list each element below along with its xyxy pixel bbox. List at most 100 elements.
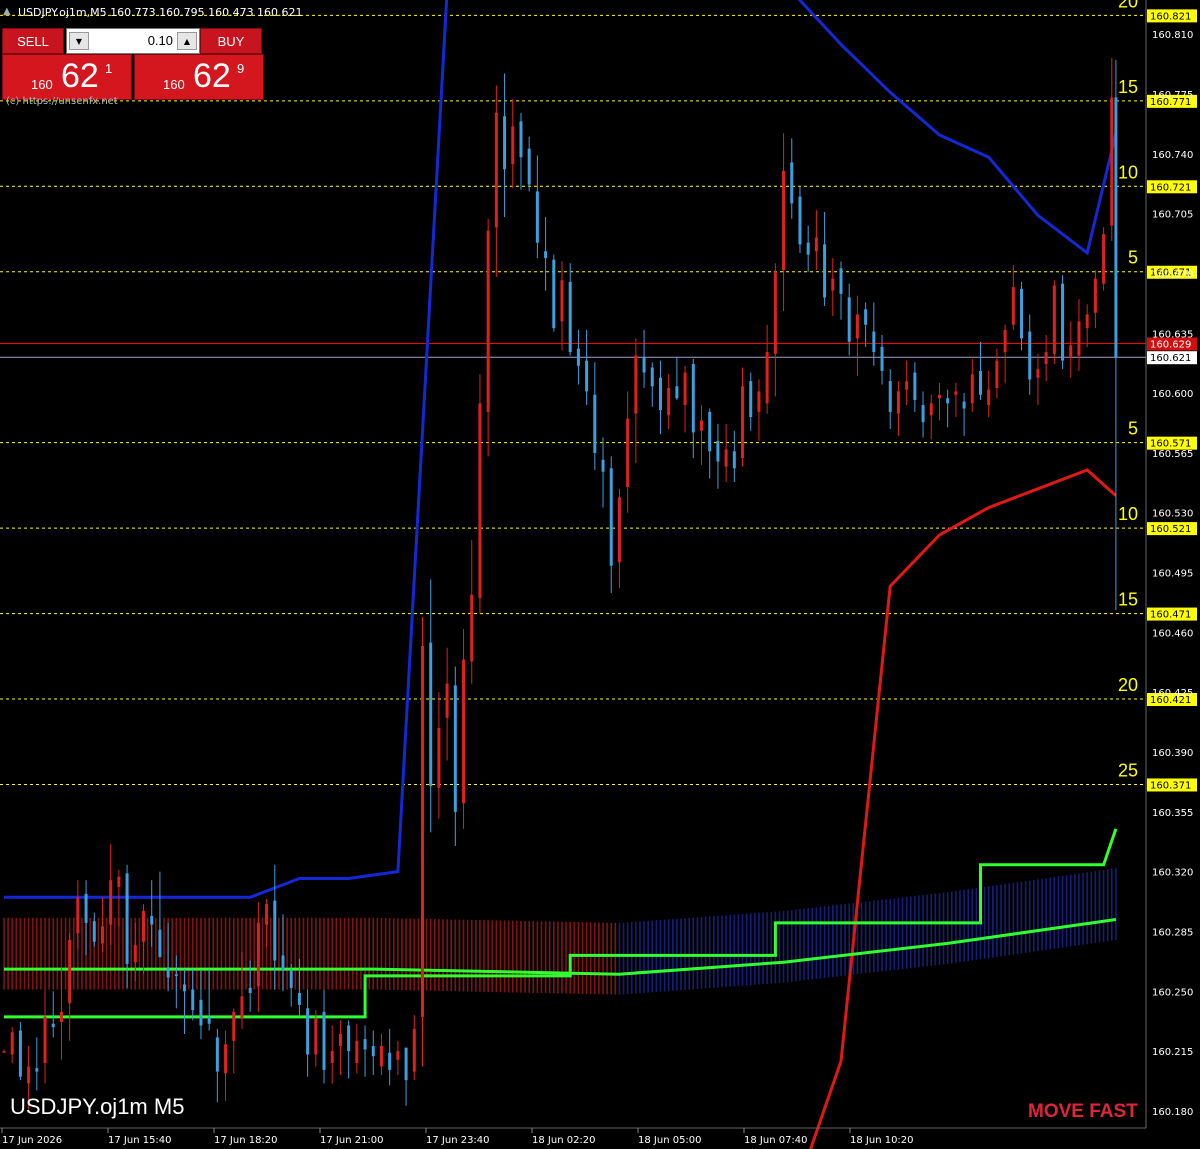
candle-body (847, 297, 851, 342)
buy-price-sup: 9 (237, 61, 245, 76)
candle-body (888, 381, 892, 412)
price-chart[interactable]: 160.82120160.77115160.72110160.6715160.5… (0, 0, 1200, 1149)
y-tick-label: 160.705 (1152, 210, 1193, 221)
candle-body (125, 873, 129, 964)
chart-menu-icon[interactable]: ▲ (3, 6, 11, 17)
candle-body (987, 389, 991, 406)
candle-body (905, 381, 909, 390)
x-tick-label: 17 Jun 21:00 (320, 1135, 384, 1146)
candle-body (27, 1066, 31, 1084)
y-tick-label: 160.635 (1152, 329, 1193, 340)
sell-price-prefix: 160 (31, 77, 53, 92)
sell-price-button[interactable]: 160 62 1 (2, 54, 132, 100)
candle-body (43, 1016, 47, 1064)
candle-body (100, 926, 104, 944)
candle-body (1069, 345, 1073, 358)
sell-price-sup: 1 (105, 61, 113, 76)
candle-body (560, 280, 564, 322)
candle-body (1036, 369, 1040, 378)
candle-body (626, 418, 630, 488)
volume-down-icon[interactable]: ▼ (69, 32, 89, 50)
candle-body (798, 196, 802, 245)
candle-body (1020, 288, 1024, 339)
candle-body (437, 728, 441, 788)
candle-body (1003, 329, 1007, 353)
candle-body (839, 268, 843, 294)
candle-body (1077, 321, 1081, 356)
candle-body (634, 355, 638, 414)
y-tick-label: 160.530 (1152, 509, 1193, 520)
one-click-trading-panel: SELL ▼ 0.10 ▲ BUY 160 62 1 160 62 9 (2, 28, 264, 100)
candle-body (150, 916, 154, 925)
x-tick-label: 18 Jun 07:40 (744, 1135, 808, 1146)
buy-price-button[interactable]: 160 62 9 (134, 54, 264, 100)
candle-body (765, 352, 769, 404)
candle-body (700, 420, 703, 431)
candle-body (855, 314, 859, 339)
brand-label: MOVE FAST (1028, 1101, 1138, 1122)
buy-price-prefix: 160 (163, 77, 185, 92)
candle-body (929, 403, 933, 416)
candle-body (388, 1052, 392, 1070)
volume-up-icon[interactable]: ▲ (177, 32, 197, 50)
candle-body (880, 346, 884, 371)
candle-body (330, 1051, 334, 1064)
candle-body (1093, 278, 1097, 313)
candle-body (109, 880, 113, 925)
candle-body (322, 1011, 326, 1070)
watermark-url: (c) https://unsenfx.net (6, 96, 118, 107)
candle-body (158, 929, 162, 958)
level-pips-label: 25 (1118, 760, 1138, 780)
level-pips-label: 20 (1118, 0, 1138, 11)
candle-body (1028, 331, 1032, 380)
candle-body (576, 348, 580, 366)
buy-button[interactable]: BUY (200, 28, 262, 54)
level-pips-label: 5 (1128, 419, 1138, 439)
candle-body (970, 374, 974, 404)
x-tick-label: 18 Jun 02:20 (532, 1135, 596, 1146)
candle-body (946, 398, 950, 404)
candle-body (133, 945, 137, 963)
level-price-label: 160.821 (1150, 11, 1191, 22)
candle-body (470, 594, 474, 662)
y-tick-label: 160.495 (1152, 569, 1193, 580)
candle-body (782, 170, 786, 271)
candle-body (864, 309, 868, 325)
y-tick-label: 160.565 (1152, 449, 1193, 460)
candle-body (486, 230, 490, 412)
candle-body (913, 372, 917, 400)
sell-button[interactable]: SELL (2, 28, 64, 54)
level-price-label: 160.521 (1150, 524, 1191, 535)
candle-body (535, 191, 539, 243)
x-tick-label: 17 Jun 15:40 (108, 1135, 172, 1146)
candle-body (979, 370, 982, 395)
candle-body (429, 642, 433, 787)
candle-body (10, 1032, 14, 1055)
candle-body (281, 955, 285, 971)
level-pips-label: 15 (1118, 590, 1138, 610)
candle-body (494, 112, 498, 228)
volume-input[interactable]: ▼ 0.10 ▲ (66, 28, 200, 54)
candle-body (814, 237, 818, 252)
y-tick-label: 160.355 (1152, 808, 1193, 819)
volume-value[interactable]: 0.10 (148, 33, 173, 48)
candle-body (708, 411, 712, 452)
y-tick-label: 160.180 (1152, 1107, 1193, 1118)
y-tick-label: 160.810 (1152, 30, 1193, 41)
candle-body (741, 386, 745, 459)
current-price-label: 160.621 (1150, 353, 1191, 364)
candle-body (92, 921, 96, 942)
candle-body (691, 364, 695, 433)
candle-body (51, 1023, 55, 1028)
candle-body (872, 331, 876, 353)
candle-body (790, 162, 794, 204)
candle-body (35, 1068, 39, 1072)
candle-body (1085, 314, 1089, 329)
candle-body (544, 251, 548, 259)
candle-body (396, 1051, 400, 1060)
y-tick-label: 160.285 (1152, 927, 1193, 938)
y-tick-label: 160.740 (1152, 150, 1193, 161)
candle-body (1044, 352, 1048, 365)
candle-body (224, 1044, 228, 1074)
y-tick-label: 160.425 (1152, 688, 1193, 699)
